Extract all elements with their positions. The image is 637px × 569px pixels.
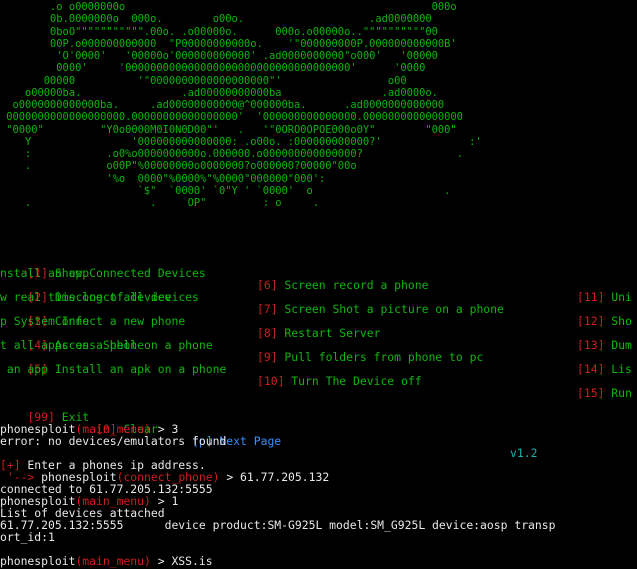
prompt-line-4: phonesploit(main_menu) > XSS.is xyxy=(0,554,213,568)
banner-line: 0000000000000000000.00000000000000000' '… xyxy=(6,111,463,124)
version-label: v1.2 xyxy=(510,446,538,460)
banner-line: o00000ba. .ad00000000000ba .ad0000o. xyxy=(25,86,438,99)
banner-line: 'O'0000' '00000o'000000000000' .ad000000… xyxy=(56,50,438,62)
command-input-3[interactable]: XSS.is xyxy=(171,554,212,568)
banner-line: 0b.0000000o 000o. o00o. .ad0000000 xyxy=(50,13,432,26)
banner-line: : .o0%o0000000000o.000000.o0000000000000… xyxy=(25,148,463,160)
command-input-2: 1 xyxy=(171,494,179,508)
banner-line: `$" `0000' `0"Y ' `0000' o . xyxy=(137,184,451,197)
device-entry-wrap: ort_id:1 xyxy=(0,530,55,544)
menu-row-2-wrap: w real time log of device xyxy=(0,290,172,304)
menu-option-9[interactable]: [9] Pull folders from phone to pc xyxy=(257,351,483,363)
banner-line: .o o0000000o 000o xyxy=(50,1,457,13)
ascii-art-banner: .o o0000000o 000o 0b.0000000o 000o. o00o… xyxy=(0,1,482,209)
menu-option-10[interactable]: [10] Turn The Device off xyxy=(257,375,422,387)
error-message: error: no devices/emulators found xyxy=(0,434,227,448)
banner-line: o0000000000000ba. .ad00000000000@^000000… xyxy=(12,99,445,111)
menu-option-13[interactable]: [13] Dum xyxy=(577,339,632,351)
terminal-output: [1] Show Connected Devices [6] Screen re… xyxy=(0,253,637,569)
menu-row-3-wrap: p System Info xyxy=(0,314,90,328)
device-entry: 61.77.205.132:5555 device product:SM-G92… xyxy=(0,518,556,532)
menu-row-5-wrap: an app xyxy=(0,362,49,376)
banner-line: '%o 0000"%0000%"%0000"000000"000': xyxy=(106,172,326,185)
banner-line: 00P.o000000000000 "P00000000000o. '"0000… xyxy=(50,37,457,50)
banner-line: Y '000000000000000: .o00o. :000000000000… xyxy=(25,135,482,148)
menu-option-15[interactable]: [15] Run xyxy=(577,387,632,399)
menu-row-4-wrap: t all apps on a phone xyxy=(0,338,145,352)
menu-option-14[interactable]: [14] Lis xyxy=(577,363,632,375)
menu-option-11[interactable]: [11] Uni xyxy=(577,291,632,303)
banner-line: . o00P"%00000000o0000000?o000000?00000"0… xyxy=(25,160,357,173)
menu-option-5[interactable]: [5] Install an apk on a phone xyxy=(27,362,226,376)
banner-line: 00000 '"0000000000000000000"' o00 xyxy=(43,74,407,87)
menu-option-6[interactable]: [6] Screen record a phone xyxy=(257,279,428,291)
banner-line: 0000' '000000000000000000000000000000000… xyxy=(56,62,426,75)
banner-line: "0000" "Y0o0000M0I0N0D00"' . '"0ORO0OPOE… xyxy=(6,123,457,136)
banner-line: . . OP" : o . xyxy=(25,197,320,209)
menu-option-12[interactable]: [12] Sho xyxy=(577,315,632,327)
menu-row-1-wrap: nstall an app xyxy=(0,266,90,280)
menu-option-8[interactable]: [8] Restart Server xyxy=(257,327,380,339)
banner-line: 0boO""""""""""".00o. .o00000o. 000o.o000… xyxy=(50,25,438,38)
ip-input: 61.77.205.132 xyxy=(240,470,330,484)
menu-option-7[interactable]: [7] Screen Shot a picture on a phone xyxy=(257,303,504,315)
